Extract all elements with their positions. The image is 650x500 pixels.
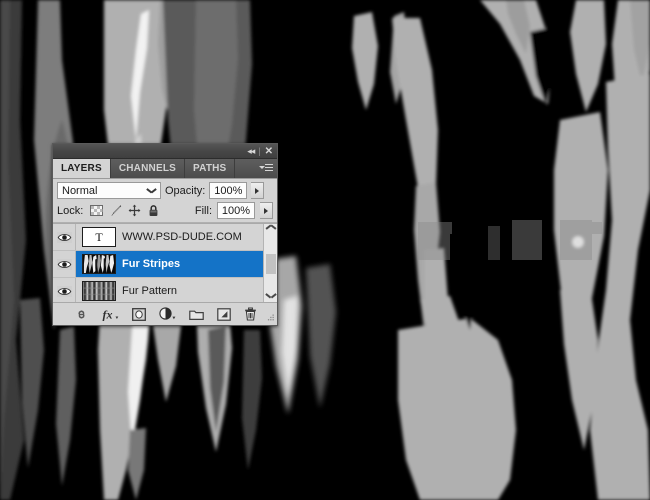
panel-menu-icon[interactable] (259, 163, 273, 174)
scrollbar-thumb[interactable] (266, 254, 276, 274)
panel-titlebar[interactable]: ◂◂ | ✕ (53, 144, 277, 159)
layer-list[interactable]: T WWW.PSD-DUDE.COM Fur Stripes Fur Patte… (53, 223, 277, 302)
layer-visibility-toggle[interactable] (53, 251, 76, 277)
new-group-button[interactable] (188, 308, 204, 321)
layer-thumbnail-cell[interactable] (76, 281, 122, 301)
chevron-up-glyph (266, 228, 275, 233)
lock-position-icon[interactable] (128, 204, 141, 217)
lock-transparent-pixels-icon[interactable] (90, 204, 104, 217)
table-row[interactable]: Fur Stripes (53, 251, 263, 278)
lock-label: Lock: (57, 204, 84, 217)
panel-menu-lines (265, 164, 273, 173)
chevron-down-glyph (266, 293, 275, 298)
play-arrow-icon (264, 207, 268, 214)
table-row[interactable]: Fur Pattern (53, 278, 263, 302)
close-icon[interactable]: ✕ (265, 146, 273, 156)
layer-thumbnail-cell[interactable] (76, 254, 122, 274)
lock-icon-group (90, 204, 160, 217)
eye-icon (56, 285, 72, 297)
chevron-down-icon (147, 188, 155, 193)
tab-channels[interactable]: CHANNELS (111, 159, 186, 178)
panel-tab-strip[interactable]: LAYERS CHANNELS PATHS (53, 159, 277, 179)
layers-panel[interactable]: ◂◂ | ✕ LAYERS CHANNELS PATHS Normal Opac… (52, 143, 278, 326)
table-row[interactable]: T WWW.PSD-DUDE.COM (53, 224, 263, 251)
collapse-panel-icon[interactable]: ◂◂ (247, 146, 255, 156)
lock-all-icon[interactable] (147, 204, 160, 217)
tab-paths[interactable]: PATHS (185, 159, 236, 178)
layer-name-label[interactable]: Fur Stripes (122, 258, 180, 270)
layer-visibility-toggle[interactable] (53, 224, 76, 250)
fill-input[interactable]: 100% (217, 202, 255, 219)
svg-text:fx: fx (102, 308, 112, 322)
adjustment-layer-button[interactable] (158, 307, 176, 321)
opacity-label: Opacity: (165, 184, 206, 197)
fill-label: Fill: (194, 204, 212, 217)
tab-layers-label: LAYERS (61, 163, 102, 174)
blend-opacity-row: Normal Opacity: 100% (53, 179, 277, 201)
layer-mask-button[interactable] (131, 307, 146, 321)
screenshot-canvas: ◂◂ | ✕ LAYERS CHANNELS PATHS Normal Opac… (0, 0, 650, 500)
layer-name-label[interactable]: WWW.PSD-DUDE.COM (122, 231, 242, 243)
lock-image-pixels-icon[interactable] (109, 204, 122, 217)
delete-layer-button[interactable] (244, 307, 257, 321)
layer-rows: T WWW.PSD-DUDE.COM Fur Stripes Fur Patte… (53, 224, 263, 302)
tab-channels-label: CHANNELS (118, 163, 177, 174)
eye-icon (56, 231, 72, 243)
link-layers-button[interactable] (74, 308, 89, 321)
scroll-up-arrow-icon[interactable] (264, 224, 277, 237)
opacity-slider-button[interactable] (251, 182, 265, 199)
opacity-input[interactable]: 100% (209, 182, 248, 199)
panel-resize-grip[interactable] (266, 314, 275, 323)
eye-icon (56, 258, 72, 270)
tab-paths-label: PATHS (193, 163, 227, 174)
fill-slider-button[interactable] (260, 202, 273, 219)
tab-layers[interactable]: LAYERS (53, 159, 111, 178)
layer-thumbnail-fur-stripes (82, 254, 116, 274)
play-arrow-icon (255, 187, 260, 194)
scroll-down-arrow-icon[interactable] (264, 289, 277, 302)
blend-mode-select[interactable]: Normal (57, 182, 161, 199)
layer-thumbnail-fur-pattern (82, 281, 116, 301)
layer-thumbnail-cell[interactable]: T (76, 227, 122, 247)
titlebar-separator: | (258, 145, 261, 156)
blend-mode-value: Normal (62, 184, 98, 197)
layer-list-scrollbar[interactable] (263, 224, 277, 302)
new-layer-button[interactable] (216, 307, 231, 321)
layer-thumbnail-text: T (82, 227, 116, 247)
layer-style-button[interactable]: fx (102, 307, 119, 321)
layer-visibility-toggle[interactable] (53, 278, 76, 302)
lock-row: Lock: Fill: 100% (53, 201, 277, 223)
panel-footer-toolbar[interactable]: fx (53, 302, 277, 325)
layer-name-label[interactable]: Fur Pattern (122, 285, 177, 297)
